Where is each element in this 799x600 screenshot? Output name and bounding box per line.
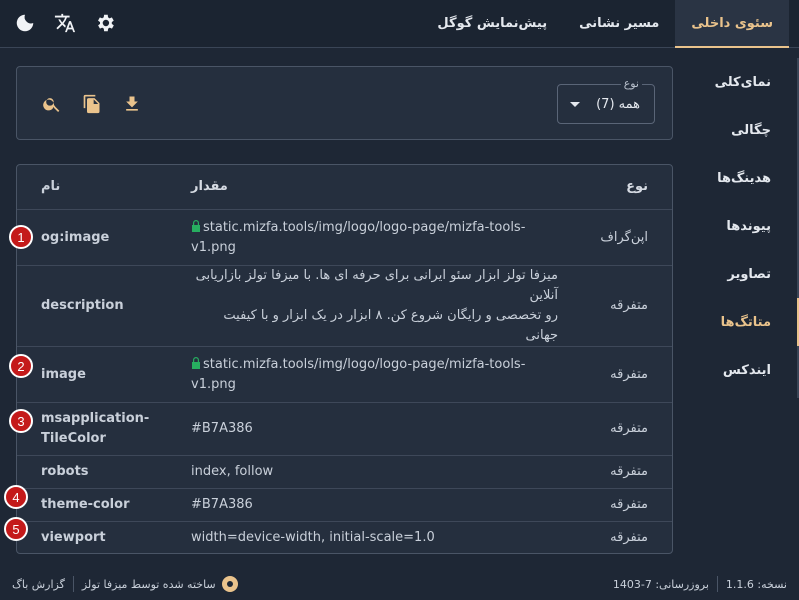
table-row: theme-color #B7A386 متفرقه — [17, 488, 672, 522]
row-type: متفرقه — [562, 265, 672, 347]
row-type: متفرقه — [562, 488, 672, 522]
row-value: static.mizfa.tools/img/logo/logo-page/mi… — [167, 346, 562, 403]
annotation-badge: 1 — [9, 225, 33, 249]
row-value-text[interactable]: static.mizfa.tools/img/logo/logo-page/mi… — [191, 220, 525, 255]
header-value: مقدار — [167, 165, 562, 210]
top-bar: سئوی داخلی مسیر نشانی پیش‌نمایش گوگل — [0, 0, 799, 48]
row-value-line: رو تخصصی و رایگان شروع کن. ۸ ابزار در یک… — [223, 307, 558, 343]
tab-url-path[interactable]: مسیر نشانی — [563, 0, 675, 48]
row-name: viewport — [17, 521, 167, 553]
gear-icon[interactable] — [92, 10, 118, 36]
nav-item-headings[interactable]: هدینگ‌ها — [699, 154, 797, 202]
row-type: متفرقه — [562, 402, 672, 456]
annotation-badge: 2 — [9, 354, 33, 378]
made-by-link[interactable]: ساخته شده توسط میزفا تولز — [82, 578, 216, 591]
lock-icon — [191, 356, 201, 369]
row-name-line: msapplication- — [41, 410, 150, 426]
type-filter-select[interactable]: نوع همه (7) — [557, 77, 655, 124]
updated-text: بروزرسانی: 7-1403 — [612, 577, 709, 591]
row-value: #B7A386 — [167, 402, 562, 456]
type-filter-label: نوع — [620, 77, 642, 90]
row-value: میزفا تولز ابزار سئو ایرانی برای حرفه ای… — [167, 265, 562, 347]
translate-icon[interactable] — [52, 10, 78, 36]
footer-links: ساخته شده توسط میزفا تولز گزارش باگ — [12, 576, 238, 592]
row-type: متفرقه — [562, 521, 672, 553]
copy-icon[interactable] — [81, 92, 103, 116]
table-row: msapplication- TileColor #B7A386 متفرقه — [17, 402, 672, 456]
nav-item-overview[interactable]: نمای‌کلی — [699, 58, 797, 106]
top-icon-group — [12, 10, 118, 36]
moon-icon[interactable] — [12, 10, 38, 36]
row-type: متفرقه — [562, 455, 672, 489]
mizfa-logo-icon — [221, 576, 238, 592]
row-name: description — [17, 265, 167, 347]
row-name: msapplication- TileColor — [17, 402, 167, 456]
main-tabs: سئوی داخلی مسیر نشانی پیش‌نمایش گوگل — [421, 0, 789, 48]
row-value: #B7A386 — [167, 488, 562, 522]
row-type: متفرقه — [562, 346, 672, 403]
row-name: robots — [17, 455, 167, 489]
row-type: اپن‌گراف — [562, 209, 672, 266]
row-value: static.mizfa.tools/img/logo/logo-page/mi… — [167, 209, 562, 266]
row-value: width=device-width, initial-scale=1.0 — [167, 521, 562, 553]
row-name: og:image — [17, 209, 167, 266]
nav-item-links[interactable]: پیوندها — [699, 202, 797, 250]
table-row: description میزفا تولز ابزار سئو ایرانی … — [17, 265, 672, 347]
table-row: viewport width=device-width, initial-sca… — [17, 521, 672, 553]
row-value-text[interactable]: static.mizfa.tools/img/logo/logo-page/mi… — [191, 357, 525, 392]
table-row: image static.mizfa.tools/img/logo/logo-p… — [17, 346, 672, 403]
toolbar-actions — [41, 92, 143, 116]
row-name: image — [17, 346, 167, 403]
download-icon[interactable] — [121, 92, 143, 116]
row-value: index, follow — [167, 455, 562, 489]
chevron-down-icon — [570, 102, 580, 107]
annotation-badge: 4 — [4, 485, 28, 509]
row-name-line: TileColor — [41, 430, 106, 446]
annotation-badge: 5 — [4, 517, 28, 541]
annotation-badge: 3 — [9, 409, 33, 433]
header-name: نام — [17, 165, 167, 210]
footer: ساخته شده توسط میزفا تولز گزارش باگ نسخه… — [0, 570, 799, 600]
row-value-line: میزفا تولز ابزار سئو ایرانی برای حرفه ای… — [195, 267, 558, 303]
nav-item-images[interactable]: تصاویر — [699, 250, 797, 298]
toolbar-panel: نوع همه (7) — [16, 66, 673, 140]
table-row: robots index, follow متفرقه — [17, 455, 672, 489]
header-type: نوع — [562, 165, 672, 210]
table-header-row: نام مقدار نوع — [17, 165, 672, 210]
tab-google-preview[interactable]: پیش‌نمایش گوگل — [421, 0, 563, 48]
row-name: theme-color — [17, 488, 167, 522]
bug-report-link[interactable]: گزارش باگ — [12, 578, 65, 591]
footer-meta: نسخه: 1.1.6 بروزرسانی: 7-1403 — [613, 576, 787, 592]
table-row: og:image static.mizfa.tools/img/logo/log… — [17, 209, 672, 266]
type-filter-value: همه (7) — [596, 96, 640, 112]
nav-item-index[interactable]: ایندکس — [699, 346, 797, 394]
lock-icon — [191, 219, 201, 232]
side-nav: نمای‌کلی چگالی هدینگ‌ها پیوندها تصاویر م… — [699, 58, 799, 398]
nav-item-density[interactable]: چگالی — [699, 106, 797, 154]
tab-internal-seo[interactable]: سئوی داخلی — [675, 0, 789, 48]
footer-divider — [72, 576, 74, 592]
version-text: نسخه: 1.1.6 — [725, 577, 787, 591]
footer-divider — [716, 576, 718, 592]
meta-tags-table: نام مقدار نوع og:image static.mizfa.tool… — [16, 164, 673, 554]
nav-item-meta-tags[interactable]: متاتگ‌ها — [699, 298, 799, 346]
search-icon[interactable] — [41, 92, 63, 116]
